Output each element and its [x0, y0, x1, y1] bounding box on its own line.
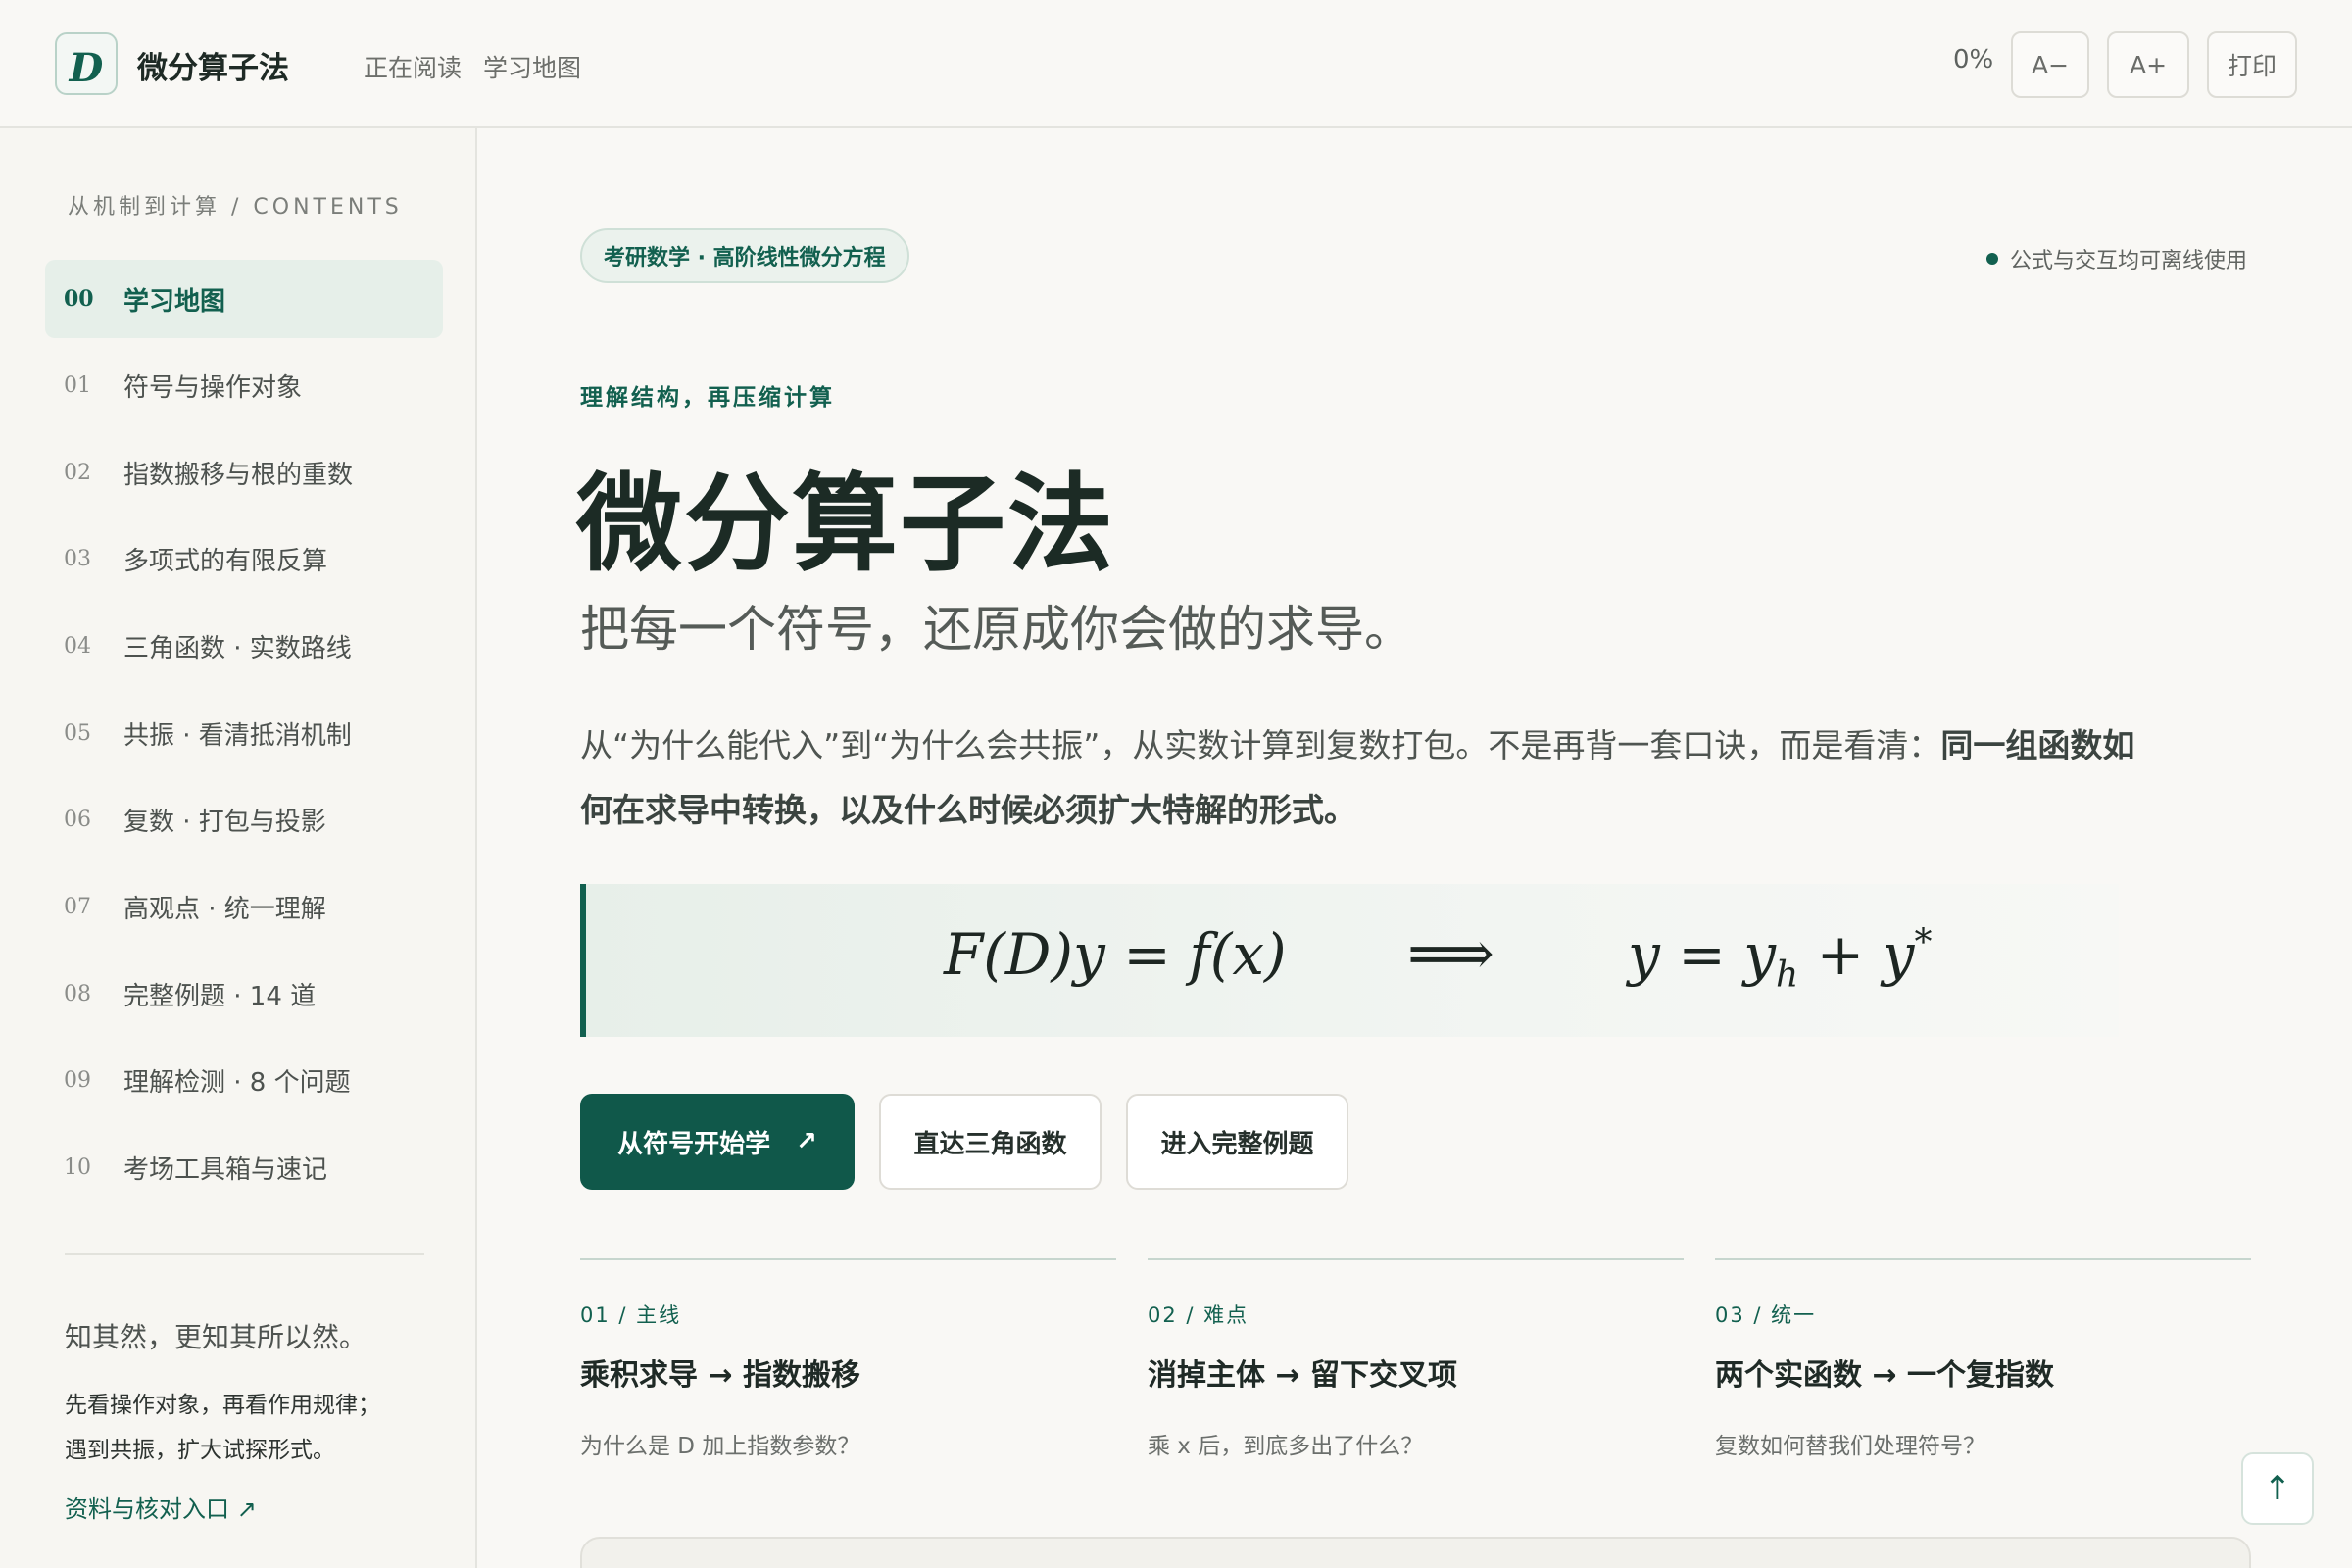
card-divider [1148, 1258, 1684, 1260]
toc-label: 考场工具箱与速记 [123, 1154, 328, 1185]
implies-icon: ⟹ [1407, 917, 1494, 989]
brand-title: 微分算子法 [137, 51, 289, 86]
card-question: 复数如何替我们处理符号？ [1715, 1434, 1985, 1459]
toc-number: 02 [64, 460, 91, 485]
lead-text: 从“为什么能代入”到“为什么会共振”，从实数计算到复数打包。不是再背一套口诀，而… [580, 726, 1941, 764]
reading-progress: 0% [1953, 45, 1994, 74]
concept-card-1[interactable]: 01 / 主线 乘积求导 → 指数搬移 为什么是 D 加上指数参数？ [580, 1258, 1116, 1460]
formula-lhs: F(D)y = f(x) [944, 921, 1287, 988]
back-to-top-button[interactable]: ↑ [2241, 1452, 2314, 1525]
toc-label: 复数 · 打包与投影 [123, 807, 326, 837]
lead-paragraph: 从“为什么能代入”到“为什么会共振”，从实数计算到复数打包。不是再背一套口诀，而… [580, 713, 2138, 843]
sidebar-item-complex[interactable]: 06 复数 · 打包与投影 [45, 780, 443, 858]
sidebar-quote: 知其然，更知其所以然。 [65, 1321, 368, 1353]
card-divider [1715, 1258, 2251, 1260]
top-bar: D 微分算子法 正在阅读 学习地图 0% A− A+ 打印 [0, 0, 2352, 128]
card-question: 为什么是 D 加上指数参数？ [580, 1434, 860, 1459]
toc-number: 10 [64, 1154, 91, 1180]
card-divider [580, 1258, 1116, 1260]
formula-rhs-mid: + y [1798, 921, 1915, 988]
logo[interactable]: D [55, 32, 118, 95]
toc-label: 符号与操作对象 [123, 372, 303, 403]
toc-number: 04 [64, 633, 91, 659]
toc-number: 07 [64, 894, 91, 919]
nav-reading[interactable]: 正在阅读 [364, 49, 462, 84]
toc-number: 08 [64, 981, 91, 1006]
page-subtitle: 把每一个符号，还原成你会做的求导。 [580, 601, 1413, 658]
toc-number: 00 [64, 286, 94, 312]
font-larger-button[interactable]: A+ [2107, 31, 2189, 98]
toc-number: 09 [64, 1067, 91, 1093]
page-title: 微分算子法 [576, 464, 1116, 586]
print-button[interactable]: 打印 [2207, 31, 2297, 98]
toc-label: 三角函数 · 实数路线 [123, 633, 352, 663]
sidebar-item-polynomial[interactable]: 03 多项式的有限反算 [45, 519, 443, 598]
toc-label: 高观点 · 统一理解 [123, 894, 326, 924]
offline-indicator: 公式与交互均可离线使用 [1986, 243, 2247, 274]
toc-number: 06 [64, 807, 91, 832]
sidebar-item-resonance[interactable]: 05 共振 · 看清抵消机制 [45, 694, 443, 772]
sidebar: 从机制到计算 / CONTENTS 00 学习地图 01 符号与操作对象 02 … [0, 128, 477, 1568]
toc-label: 共振 · 看清抵消机制 [123, 720, 352, 751]
toc-number: 03 [64, 546, 91, 571]
resources-link[interactable]: 资料与核对入口 ↗ [65, 1490, 257, 1524]
card-tag: 03 / 统一 [1715, 1303, 1817, 1327]
formula-block: F(D)y = f(x) ⟹ y = yh + y* [580, 884, 2119, 1037]
nav-study-map[interactable]: 学习地图 [483, 49, 581, 84]
card-tag: 02 / 难点 [1148, 1303, 1250, 1327]
sidebar-item-exponent-shift[interactable]: 02 指数搬移与根的重数 [45, 433, 443, 512]
formula-rhs-subscript: h [1776, 955, 1799, 996]
toc-number: 05 [64, 720, 91, 746]
card-title: 乘积求导 → 指数搬移 [580, 1358, 861, 1393]
sidebar-divider [65, 1253, 424, 1255]
sidebar-item-examples[interactable]: 08 完整例题 · 14 道 [45, 955, 443, 1033]
sidebar-item-study-map[interactable]: 00 学习地图 [45, 260, 443, 338]
sidebar-note-line-1: 先看操作对象，再看作用规律； [65, 1393, 380, 1418]
toc-heading: 从机制到计算 / CONTENTS [68, 195, 403, 220]
card-title: 消掉主体 → 留下交叉项 [1148, 1358, 1458, 1393]
formula-rhs-superscript: * [1914, 922, 1933, 963]
sidebar-note-line-2: 遇到共振，扩大试探形式。 [65, 1438, 335, 1463]
sidebar-item-quiz[interactable]: 09 理解检测 · 8 个问题 [45, 1041, 443, 1119]
card-question: 乘 x 后，到底多出了什么？ [1148, 1434, 1424, 1459]
toc-number: 01 [64, 372, 91, 398]
toc-label: 完整例题 · 14 道 [123, 981, 317, 1011]
start-learning-label: 从符号开始学 [617, 1129, 771, 1159]
start-learning-button[interactable]: 从符号开始学 ↗ [580, 1094, 855, 1190]
examples-button[interactable]: 进入完整例题 [1126, 1094, 1348, 1190]
sidebar-item-toolbox[interactable]: 10 考场工具箱与速记 [45, 1128, 443, 1206]
eyebrow: 理解结构，再压缩计算 [580, 385, 835, 411]
toc-label: 学习地图 [123, 286, 226, 317]
arrow-up-right-icon: ↗ [796, 1127, 817, 1156]
sidebar-item-trig[interactable]: 04 三角函数 · 实数路线 [45, 607, 443, 685]
trig-button[interactable]: 直达三角函数 [879, 1094, 1102, 1190]
top-nav: 正在阅读 学习地图 [364, 49, 581, 84]
card-title: 两个实函数 → 一个复指数 [1715, 1358, 2055, 1393]
sidebar-item-unified[interactable]: 07 高观点 · 统一理解 [45, 867, 443, 946]
status-dot-icon [1986, 253, 1998, 265]
toc-label: 指数搬移与根的重数 [123, 460, 354, 490]
formula-rhs-y: y = y [1628, 921, 1777, 988]
toc-label: 多项式的有限反算 [123, 546, 328, 576]
next-section-card [580, 1537, 2251, 1568]
category-pill: 考研数学 · 高阶线性微分方程 [580, 228, 909, 283]
sidebar-item-symbols[interactable]: 01 符号与操作对象 [45, 346, 443, 424]
card-tag: 01 / 主线 [580, 1303, 682, 1327]
offline-note: 公式与交互均可离线使用 [2010, 249, 2248, 273]
concept-card-2[interactable]: 02 / 难点 消掉主体 → 留下交叉项 乘 x 后，到底多出了什么？ [1148, 1258, 1684, 1460]
formula-rhs: y = yh + y* [1628, 921, 1932, 996]
font-smaller-button[interactable]: A− [2011, 31, 2089, 98]
toc-label: 理解检测 · 8 个问题 [123, 1067, 351, 1098]
concept-card-3[interactable]: 03 / 统一 两个实函数 → 一个复指数 复数如何替我们处理符号？ [1715, 1258, 2251, 1460]
